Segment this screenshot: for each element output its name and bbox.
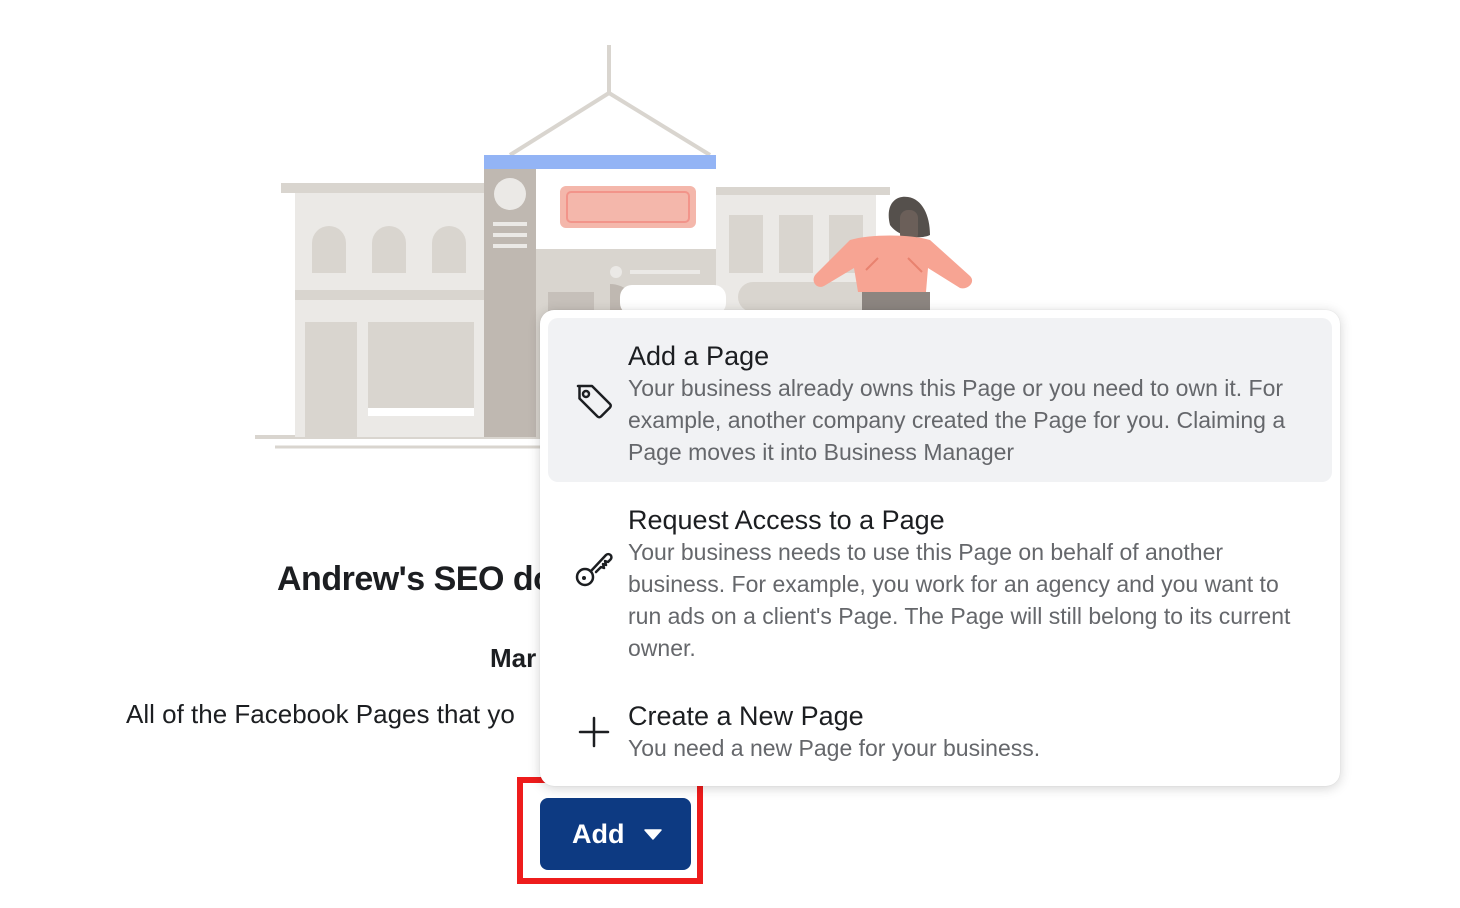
business-name: Andrew's SEO do	[277, 560, 554, 598]
key-icon	[575, 552, 613, 587]
menu-item-description: You need a new Page for your business.	[628, 735, 1041, 761]
add-button-label: Add	[572, 818, 625, 849]
section-heading: Mar	[490, 643, 537, 673]
menu-item-request-access[interactable]: Request Access to a Page Your business n…	[548, 482, 1332, 678]
menu-item-description: Your business needs to use this Page on …	[628, 539, 1291, 661]
menu-item-add-a-page[interactable]: Add a Page Your business already owns th…	[548, 318, 1332, 482]
section-description: All of the Facebook Pages that yo	[126, 699, 515, 729]
menu-item-title: Add a Page	[628, 341, 770, 371]
plus-icon	[578, 716, 610, 748]
menu-item-create-new-page[interactable]: Create a New Page You need a new Page fo…	[548, 678, 1332, 784]
menu-item-title: Create a New Page	[628, 701, 864, 731]
menu-item-title: Request Access to a Page	[628, 505, 945, 535]
add-dropdown-menu: Add a Page Your business already owns th…	[540, 310, 1340, 786]
add-button[interactable]: Add	[540, 798, 691, 870]
menu-item-description: Your business already owns this Page or …	[628, 375, 1286, 465]
tag-icon	[576, 384, 612, 419]
caret-down-icon	[644, 829, 662, 840]
